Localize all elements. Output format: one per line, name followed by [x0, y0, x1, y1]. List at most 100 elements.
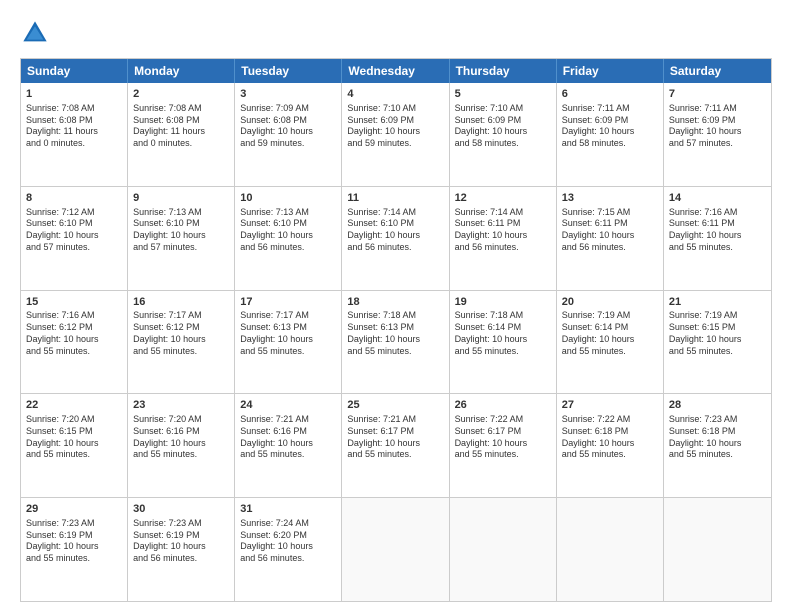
day-number: 3 [240, 87, 336, 102]
calendar-cell-day-9: 9Sunrise: 7:13 AMSunset: 6:10 PMDaylight… [128, 187, 235, 290]
calendar-cell-day-17: 17Sunrise: 7:17 AMSunset: 6:13 PMDayligh… [235, 291, 342, 394]
cell-info: Sunrise: 7:18 AMSunset: 6:14 PMDaylight:… [455, 310, 551, 357]
cell-info: Sunrise: 7:21 AMSunset: 6:17 PMDaylight:… [347, 414, 443, 461]
cell-info: Sunrise: 7:10 AMSunset: 6:09 PMDaylight:… [455, 103, 551, 150]
day-number: 5 [455, 87, 551, 102]
day-number: 4 [347, 87, 443, 102]
page: SundayMondayTuesdayWednesdayThursdayFrid… [0, 0, 792, 612]
day-number: 19 [455, 295, 551, 310]
calendar-cell-day-12: 12Sunrise: 7:14 AMSunset: 6:11 PMDayligh… [450, 187, 557, 290]
day-number: 12 [455, 191, 551, 206]
day-of-week-saturday: Saturday [664, 59, 771, 83]
cell-info: Sunrise: 7:15 AMSunset: 6:11 PMDaylight:… [562, 207, 658, 254]
cell-info: Sunrise: 7:19 AMSunset: 6:15 PMDaylight:… [669, 310, 766, 357]
calendar-cell-empty [664, 498, 771, 601]
day-number: 6 [562, 87, 658, 102]
cell-info: Sunrise: 7:17 AMSunset: 6:13 PMDaylight:… [240, 310, 336, 357]
calendar-row-2: 8Sunrise: 7:12 AMSunset: 6:10 PMDaylight… [21, 186, 771, 290]
cell-info: Sunrise: 7:08 AMSunset: 6:08 PMDaylight:… [26, 103, 122, 150]
cell-info: Sunrise: 7:14 AMSunset: 6:10 PMDaylight:… [347, 207, 443, 254]
calendar-cell-day-7: 7Sunrise: 7:11 AMSunset: 6:09 PMDaylight… [664, 83, 771, 186]
calendar: SundayMondayTuesdayWednesdayThursdayFrid… [20, 58, 772, 602]
cell-info: Sunrise: 7:14 AMSunset: 6:11 PMDaylight:… [455, 207, 551, 254]
day-number: 9 [133, 191, 229, 206]
day-of-week-sunday: Sunday [21, 59, 128, 83]
cell-info: Sunrise: 7:23 AMSunset: 6:18 PMDaylight:… [669, 414, 766, 461]
calendar-cell-day-27: 27Sunrise: 7:22 AMSunset: 6:18 PMDayligh… [557, 394, 664, 497]
day-number: 16 [133, 295, 229, 310]
cell-info: Sunrise: 7:22 AMSunset: 6:17 PMDaylight:… [455, 414, 551, 461]
day-number: 7 [669, 87, 766, 102]
calendar-cell-day-29: 29Sunrise: 7:23 AMSunset: 6:19 PMDayligh… [21, 498, 128, 601]
calendar-cell-day-18: 18Sunrise: 7:18 AMSunset: 6:13 PMDayligh… [342, 291, 449, 394]
calendar-cell-day-26: 26Sunrise: 7:22 AMSunset: 6:17 PMDayligh… [450, 394, 557, 497]
calendar-cell-day-23: 23Sunrise: 7:20 AMSunset: 6:16 PMDayligh… [128, 394, 235, 497]
day-of-week-monday: Monday [128, 59, 235, 83]
cell-info: Sunrise: 7:13 AMSunset: 6:10 PMDaylight:… [240, 207, 336, 254]
calendar-cell-day-14: 14Sunrise: 7:16 AMSunset: 6:11 PMDayligh… [664, 187, 771, 290]
calendar-cell-day-4: 4Sunrise: 7:10 AMSunset: 6:09 PMDaylight… [342, 83, 449, 186]
day-of-week-tuesday: Tuesday [235, 59, 342, 83]
day-number: 25 [347, 398, 443, 413]
day-number: 26 [455, 398, 551, 413]
cell-info: Sunrise: 7:09 AMSunset: 6:08 PMDaylight:… [240, 103, 336, 150]
calendar-cell-day-22: 22Sunrise: 7:20 AMSunset: 6:15 PMDayligh… [21, 394, 128, 497]
calendar-cell-day-21: 21Sunrise: 7:19 AMSunset: 6:15 PMDayligh… [664, 291, 771, 394]
cell-info: Sunrise: 7:16 AMSunset: 6:11 PMDaylight:… [669, 207, 766, 254]
cell-info: Sunrise: 7:17 AMSunset: 6:12 PMDaylight:… [133, 310, 229, 357]
calendar-cell-day-20: 20Sunrise: 7:19 AMSunset: 6:14 PMDayligh… [557, 291, 664, 394]
cell-info: Sunrise: 7:24 AMSunset: 6:20 PMDaylight:… [240, 518, 336, 565]
day-number: 22 [26, 398, 122, 413]
calendar-cell-day-6: 6Sunrise: 7:11 AMSunset: 6:09 PMDaylight… [557, 83, 664, 186]
calendar-header: SundayMondayTuesdayWednesdayThursdayFrid… [21, 59, 771, 83]
calendar-row-1: 1Sunrise: 7:08 AMSunset: 6:08 PMDaylight… [21, 83, 771, 186]
calendar-row-4: 22Sunrise: 7:20 AMSunset: 6:15 PMDayligh… [21, 393, 771, 497]
calendar-row-5: 29 Sunrise: 7:23 AMSunset: 6:19 PMDayligh… [21, 497, 771, 601]
day-number: 21 [669, 295, 766, 310]
cell-info: Sunrise: 7:20 AMSunset: 6:15 PMDaylight:… [26, 414, 122, 461]
calendar-row-3: 15Sunrise: 7:16 AMSunset: 6:12 PMDayligh… [21, 290, 771, 394]
day-of-week-wednesday: Wednesday [342, 59, 449, 83]
day-number: 17 [240, 295, 336, 310]
day-number: 31 [240, 502, 336, 517]
cell-info: Sunrise: 7:22 AMSunset: 6:18 PMDaylight:… [562, 414, 658, 461]
day-number: 8 [26, 191, 122, 206]
day-number: 24 [240, 398, 336, 413]
day-number: 28 [669, 398, 766, 413]
calendar-cell-day-25: 25Sunrise: 7:21 AMSunset: 6:17 PMDayligh… [342, 394, 449, 497]
calendar-cell-day-16: 16Sunrise: 7:17 AMSunset: 6:12 PMDayligh… [128, 291, 235, 394]
day-number: 30 [133, 502, 229, 517]
logo-icon [20, 18, 50, 48]
calendar-cell-day-24: 24Sunrise: 7:21 AMSunset: 6:16 PMDayligh… [235, 394, 342, 497]
cell-info: Sunrise: 7:19 AMSunset: 6:14 PMDaylight:… [562, 310, 658, 357]
day-number: 10 [240, 191, 336, 206]
logo [20, 18, 54, 48]
cell-info: Sunrise: 7:13 AMSunset: 6:10 PMDaylight:… [133, 207, 229, 254]
day-number: 1 [26, 87, 122, 102]
calendar-cell-day-11: 11Sunrise: 7:14 AMSunset: 6:10 PMDayligh… [342, 187, 449, 290]
calendar-cell-day-19: 19Sunrise: 7:18 AMSunset: 6:14 PMDayligh… [450, 291, 557, 394]
day-number: 14 [669, 191, 766, 206]
day-number: 29 [26, 502, 122, 517]
calendar-cell-day-15: 15Sunrise: 7:16 AMSunset: 6:12 PMDayligh… [21, 291, 128, 394]
day-number: 27 [562, 398, 658, 413]
calendar-cell-day-2: 2Sunrise: 7:08 AMSunset: 6:08 PMDaylight… [128, 83, 235, 186]
day-number: 20 [562, 295, 658, 310]
calendar-cell-day-30: 30Sunrise: 7:23 AMSunset: 6:19 PMDayligh… [128, 498, 235, 601]
day-of-week-thursday: Thursday [450, 59, 557, 83]
calendar-cell-day-28: 28Sunrise: 7:23 AMSunset: 6:18 PMDayligh… [664, 394, 771, 497]
calendar-cell-day-5: 5Sunrise: 7:10 AMSunset: 6:09 PMDaylight… [450, 83, 557, 186]
cell-info: Sunrise: 7:21 AMSunset: 6:16 PMDaylight:… [240, 414, 336, 461]
cell-info: Sunrise: 7:23 AMSunset: 6:19 PMDaylight:… [133, 518, 229, 565]
day-number: 13 [562, 191, 658, 206]
day-of-week-friday: Friday [557, 59, 664, 83]
calendar-cell-empty [450, 498, 557, 601]
header [20, 18, 772, 48]
cell-info: Sunrise: 7:16 AMSunset: 6:12 PMDaylight:… [26, 310, 122, 357]
calendar-cell-day-10: 10Sunrise: 7:13 AMSunset: 6:10 PMDayligh… [235, 187, 342, 290]
calendar-cell-day-31: 31Sunrise: 7:24 AMSunset: 6:20 PMDayligh… [235, 498, 342, 601]
cell-info: Sunrise: 7:18 AMSunset: 6:13 PMDaylight:… [347, 310, 443, 357]
calendar-cell-empty [342, 498, 449, 601]
day-number: 23 [133, 398, 229, 413]
calendar-body: 1Sunrise: 7:08 AMSunset: 6:08 PMDaylight… [21, 83, 771, 601]
